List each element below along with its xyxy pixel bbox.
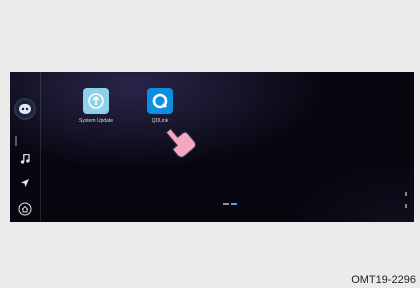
navigation-arrow-icon — [21, 179, 29, 187]
scroll-hint — [405, 192, 408, 212]
app-qdlink[interactable]: QDLink — [132, 88, 188, 124]
page-dot — [223, 203, 229, 205]
navigation-button[interactable] — [10, 178, 40, 188]
page-dot-active — [231, 203, 237, 205]
page-indicator[interactable] — [223, 203, 237, 205]
assistant-avatar[interactable] — [10, 98, 40, 120]
upload-icon — [83, 88, 109, 114]
figure-code: OMT19-2296 — [351, 274, 416, 286]
app-grid: System Update QDLink — [40, 72, 414, 222]
home-icon — [18, 202, 32, 216]
music-note-icon — [20, 154, 30, 164]
sidebar-divider — [15, 136, 17, 146]
app-system-update[interactable]: System Update — [68, 88, 124, 124]
app-label: System Update — [78, 118, 114, 124]
pointing-hand-icon — [165, 127, 196, 158]
assistant-avatar-icon — [14, 98, 36, 120]
infotainment-screen: System Update QDLink — [10, 72, 414, 222]
home-button[interactable] — [10, 202, 40, 216]
music-button[interactable] — [10, 154, 40, 164]
sidebar — [10, 72, 41, 222]
q-icon — [147, 88, 173, 114]
